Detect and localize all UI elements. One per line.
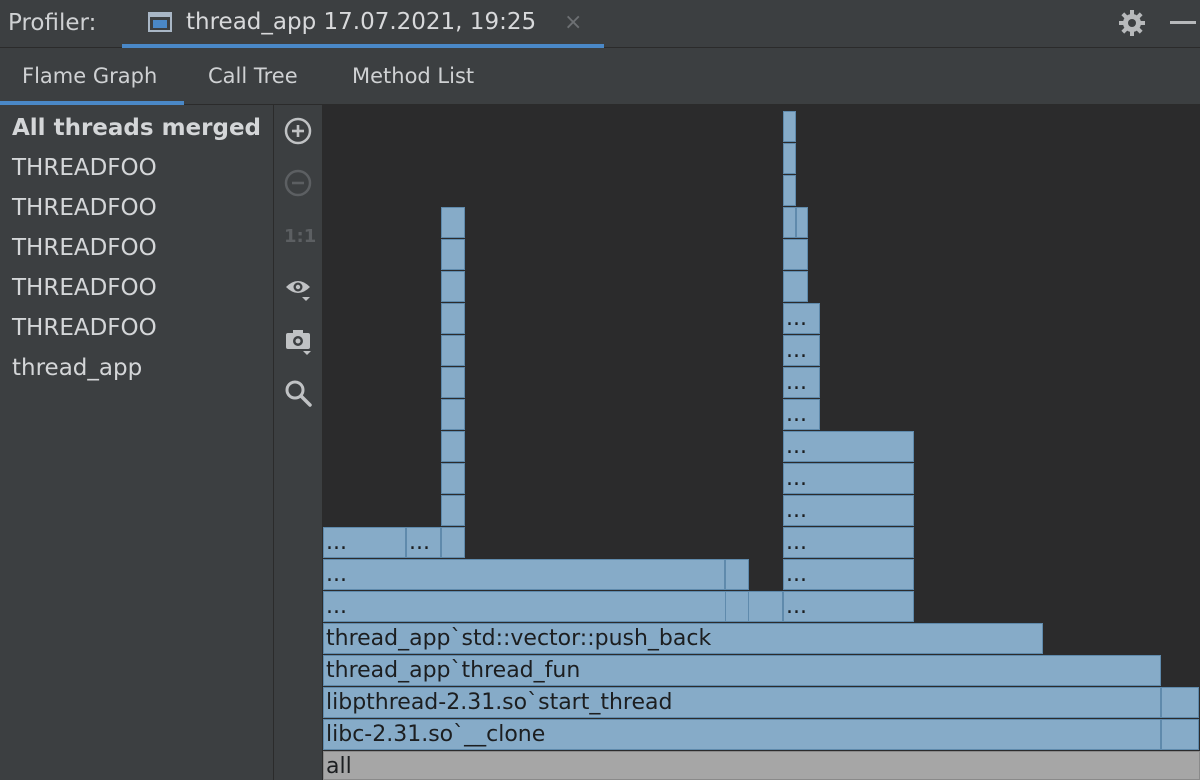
frame-ellipsis[interactable]: ... [323,591,783,622]
session-title: thread_app 17.07.2021, 19:25 [186,9,537,35]
frame-ellipsis[interactable]: ... [783,335,820,366]
thread-item[interactable]: THREADFOO [12,315,157,341]
thread-item-all-merged[interactable]: All threads merged [12,115,261,141]
window-icon [148,12,172,32]
frame-small[interactable] [441,463,465,494]
frame-clone[interactable]: libc-2.31.so`__clone [323,719,1161,750]
view-tabs: Flame Graph Call Tree Method List [0,48,1200,105]
frame-small[interactable] [783,207,796,238]
eye-icon[interactable] [284,275,312,303]
thread-item[interactable]: THREADFOO [12,275,157,301]
frame-all[interactable]: all [323,751,1200,780]
frame-small[interactable] [441,207,465,238]
frame-small[interactable] [441,431,465,462]
camera-icon[interactable] [284,327,312,355]
frame-small[interactable] [441,303,465,334]
frame-ellipsis[interactable]: ... [783,495,914,526]
frame-ellipsis[interactable]: ... [323,527,406,558]
frame-small[interactable] [441,527,465,558]
frame-ellipsis[interactable]: ... [783,463,914,494]
profiler-header: Profiler: thread_app 17.07.2021, 19:25 × [0,0,1200,48]
frame-small[interactable] [441,495,465,526]
frame-small[interactable] [783,239,808,270]
frame-small[interactable] [796,207,808,238]
frame-push-back[interactable]: thread_app`std::vector::push_back [323,623,1043,654]
gear-icon[interactable] [1118,9,1146,37]
frame-ellipsis[interactable]: ... [783,303,820,334]
graph-toolbar: 1:1 [274,105,323,780]
frame-ellipsis[interactable]: ... [783,591,914,622]
thread-item[interactable]: THREADFOO [12,235,157,261]
frame-ellipsis[interactable]: ... [323,559,725,590]
flame-graph[interactable]: all libc-2.31.so`__clone libpthread-2.31… [323,105,1200,780]
frame-small[interactable] [1161,719,1199,750]
thread-list: All threads merged THREADFOO THREADFOO T… [0,105,274,780]
frame-small[interactable] [725,591,749,622]
profiler-label: Profiler: [8,10,97,36]
tab-method-list[interactable]: Method List [352,64,474,88]
frame-small[interactable] [783,111,796,142]
minimize-icon[interactable] [1170,21,1196,24]
zoom-in-icon[interactable] [284,117,312,145]
tab-flame-graph[interactable]: Flame Graph [22,64,157,88]
thread-item-thread-app[interactable]: thread_app [12,355,142,381]
session-tab[interactable]: thread_app 17.07.2021, 19:25 × [122,0,604,48]
frame-small[interactable] [441,239,465,270]
actual-size-button[interactable]: 1:1 [284,223,316,251]
frame-small[interactable] [725,559,749,590]
frame-small[interactable] [441,335,465,366]
tab-call-tree[interactable]: Call Tree [208,64,298,88]
frame-small[interactable] [441,271,465,302]
frame-small[interactable] [1161,687,1199,718]
zoom-out-icon[interactable] [284,169,312,197]
thread-item[interactable]: THREADFOO [12,195,157,221]
frame-thread-fun[interactable]: thread_app`thread_fun [323,655,1161,686]
frame-ellipsis[interactable]: ... [783,367,820,398]
search-icon[interactable] [284,379,312,407]
frame-ellipsis[interactable]: ... [783,559,914,590]
frame-ellipsis[interactable]: ... [406,527,441,558]
frame-small[interactable] [441,399,465,430]
frame-start-thread[interactable]: libpthread-2.31.so`start_thread [323,687,1161,718]
thread-item[interactable]: THREADFOO [12,155,157,181]
frame-ellipsis[interactable]: ... [783,431,914,462]
frame-small[interactable] [783,143,796,174]
frame-ellipsis[interactable]: ... [783,527,914,558]
close-tab-icon[interactable]: × [564,10,582,35]
frame-ellipsis[interactable]: ... [783,399,820,430]
frame-small[interactable] [441,367,465,398]
frame-small[interactable] [783,271,808,302]
frame-small[interactable] [783,175,796,206]
